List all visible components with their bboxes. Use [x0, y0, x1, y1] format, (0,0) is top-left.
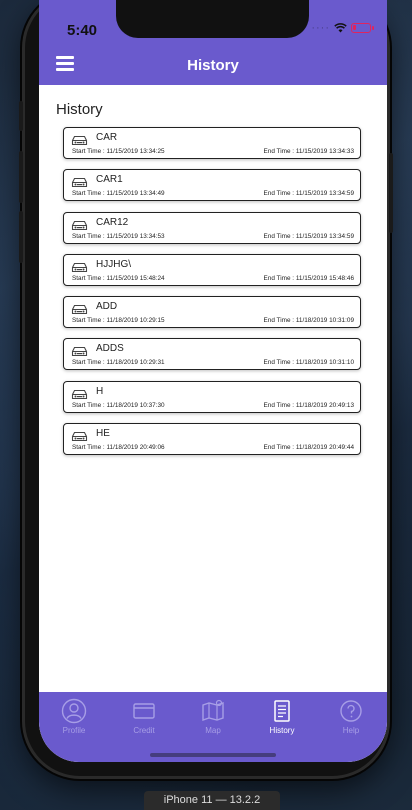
tab-label: Credit — [133, 726, 155, 735]
car-icon — [71, 175, 88, 188]
home-indicator[interactable] — [150, 753, 276, 757]
history-item-start-time: Start Time : 11/18/2019 10:37:30 — [72, 401, 165, 409]
mute-switch — [19, 101, 23, 131]
car-icon — [71, 260, 88, 272]
wifi-icon — [334, 23, 347, 33]
car-icon — [71, 429, 88, 442]
history-item-end-time: End Time : 11/18/2019 20:49:44 — [263, 444, 354, 452]
history-item-end-time: End Time : 11/15/2019 13:34:59 — [263, 190, 354, 198]
history-item-name: CAR12 — [96, 216, 129, 228]
history-item-start-time: Start Time : 11/18/2019 10:29:31 — [72, 359, 165, 367]
history-item[interactable]: CAR1 Start Time : 11/15/2019 13:34:49 End … — [63, 169, 361, 202]
tab-label: Map — [205, 726, 221, 735]
page-title: History — [187, 57, 239, 74]
section-title: History — [56, 101, 103, 118]
history-item-start-time: Start Time : 11/18/2019 20:49:06 — [72, 444, 165, 452]
history-item-name: HE — [96, 428, 110, 440]
status-icons: ···· — [311, 22, 374, 34]
app-screen: 5:40 ···· History History CAR Start Time … — [39, 0, 387, 762]
volume-down-button — [19, 211, 23, 263]
car-icon — [71, 344, 88, 357]
history-item-end-time: End Time : 11/18/2019 10:31:09 — [263, 317, 354, 325]
history-icon — [269, 698, 295, 724]
history-item-name: CAR1 — [96, 174, 123, 186]
history-item[interactable]: H Start Time : 11/18/2019 10:37:30 End Tim… — [63, 380, 361, 413]
tab-label: Help — [342, 726, 360, 735]
history-item[interactable]: CAR12 Start Time : 11/15/2019 13:34:53 End… — [63, 211, 361, 244]
history-item[interactable]: ADD Start Time : 11/18/2019 10:29:15 End T… — [63, 296, 361, 329]
history-item-name: HJJHG\ — [96, 258, 131, 270]
car-icon — [71, 302, 88, 315]
history-item-start-time: Start Time : 11/15/2019 13:34:25 — [72, 148, 165, 155]
history-item-start-time: Start Time : 11/15/2019 15:48:24 — [72, 274, 165, 282]
history-item-end-time: End Time : 11/18/2019 10:31:10 — [263, 359, 354, 367]
credit-card-icon — [131, 698, 157, 724]
power-button — [389, 153, 393, 233]
car-icon — [71, 133, 88, 146]
tab-help[interactable]: Help — [321, 698, 381, 735]
history-item[interactable]: ADDS Start Time : 11/18/2019 10:29:31 End … — [63, 338, 361, 371]
history-item-name: ADDS — [96, 343, 124, 355]
history-item[interactable]: CAR Start Time : 11/15/2019 13:34:25 End T… — [63, 127, 361, 159]
tab-label: Profile — [62, 726, 86, 735]
history-item-name: H — [96, 385, 104, 397]
history-list: CAR Start Time : 11/15/2019 13:34:25 End T… — [63, 127, 361, 465]
tab-credit[interactable]: Credit — [114, 698, 174, 735]
tab-bar: Profile Credit Map History Help — [39, 692, 387, 762]
simulator-device-label: iPhone 11 — 13.2.2 — [144, 791, 280, 810]
profile-icon — [61, 698, 87, 724]
history-item[interactable]: HE Start Time : 11/18/2019 20:49:06 End Ti… — [63, 423, 361, 456]
battery-low-icon — [351, 23, 374, 33]
history-item[interactable]: HJJHG\ Start Time : 11/15/2019 15:48:24 En… — [63, 253, 361, 286]
history-item-end-time: End Time : 11/18/2019 20:49:13 — [263, 401, 354, 409]
car-icon — [71, 218, 88, 230]
history-item-start-time: Start Time : 11/18/2019 10:29:15 — [72, 317, 165, 325]
dots-icon: ···· — [311, 22, 330, 34]
help-icon — [338, 698, 364, 724]
history-item-end-time: End Time : 11/15/2019 13:34:59 — [263, 232, 354, 240]
tab-history[interactable]: History — [252, 698, 312, 735]
tab-map[interactable]: Map — [183, 698, 243, 735]
history-item-end-time: End Time : 11/15/2019 15:48:46 — [263, 274, 354, 282]
car-icon — [71, 387, 88, 399]
history-item-start-time: Start Time : 11/15/2019 13:34:53 — [72, 232, 165, 240]
history-item-name: ADD — [96, 301, 118, 313]
status-time: 5:40 — [67, 22, 98, 39]
tab-label: History — [269, 726, 295, 735]
map-icon — [200, 698, 226, 724]
history-item-start-time: Start Time : 11/15/2019 13:34:49 — [72, 190, 165, 198]
history-item-name: CAR — [96, 132, 118, 143]
volume-up-button — [19, 151, 23, 203]
notch — [116, 0, 309, 38]
history-item-end-time: End Time : 11/15/2019 13:34:33 — [263, 148, 354, 155]
tab-profile[interactable]: Profile — [44, 698, 104, 735]
